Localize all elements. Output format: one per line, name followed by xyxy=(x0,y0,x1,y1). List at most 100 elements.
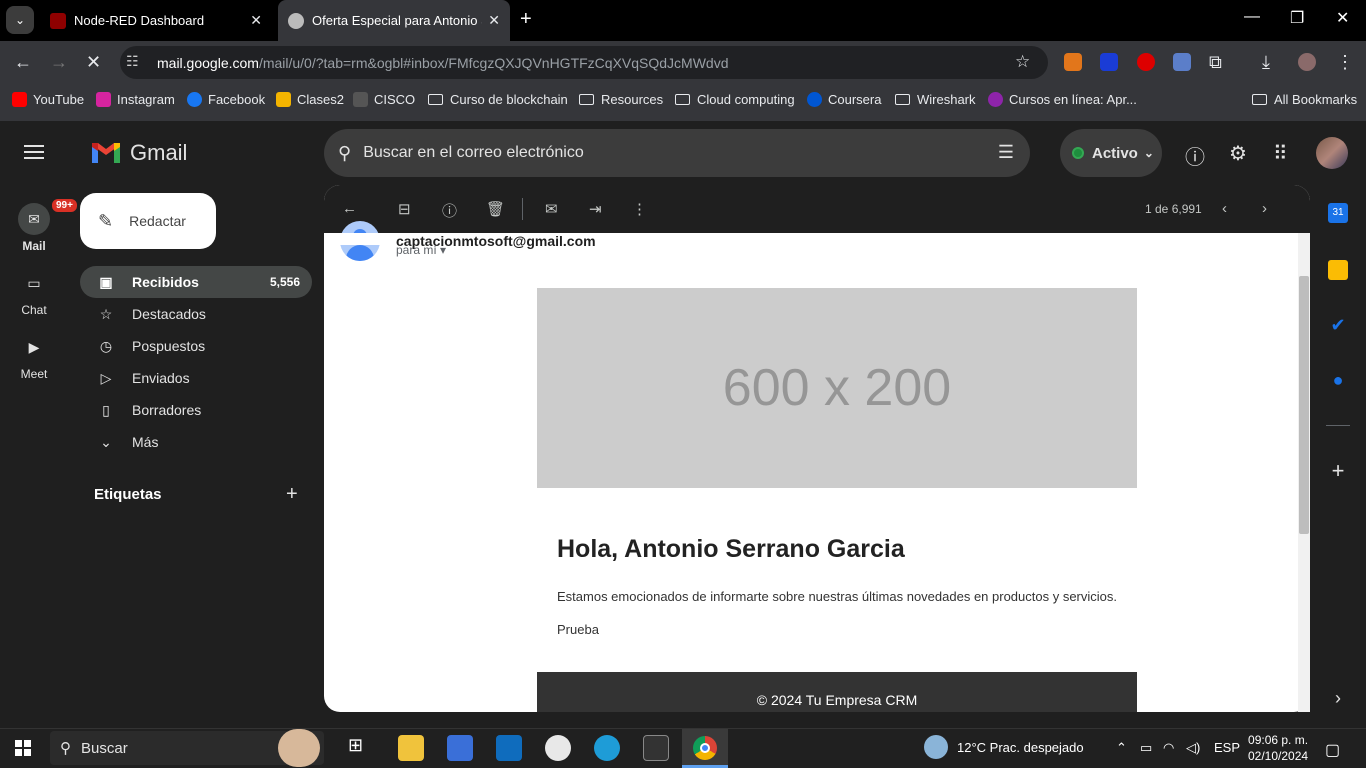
bookmark-cloud[interactable]: Cloud computing xyxy=(675,92,795,107)
apps-grid-icon[interactable]: ⠿ xyxy=(1273,141,1288,166)
close-tab-icon[interactable]: ✕ xyxy=(250,12,262,29)
video-icon: ▶ xyxy=(28,338,40,355)
bookmark-facebook[interactable]: Facebook xyxy=(187,92,265,107)
nav-drafts[interactable]: ▯ Borradores xyxy=(80,394,312,426)
bookmark-cisco[interactable]: CISCO xyxy=(353,92,415,107)
edge-icon[interactable] xyxy=(594,735,620,761)
main-menu-icon[interactable] xyxy=(24,145,44,161)
tab-gmail-offer[interactable]: Oferta Especial para Antonio Se ✕ xyxy=(278,0,510,41)
url-text[interactable]: mail.google.com/mail/u/0/?tab=rm&ogbl#in… xyxy=(157,55,729,71)
battery-icon[interactable]: ▭ xyxy=(1140,740,1152,756)
site-info-icon[interactable]: ☷ xyxy=(126,53,139,70)
chrome-taskbar-active[interactable] xyxy=(682,729,728,768)
contacts-icon[interactable]: ● xyxy=(1328,370,1348,390)
rail-mail[interactable]: ✉ 99+ Mail xyxy=(0,197,79,253)
microsoft-store-icon[interactable] xyxy=(447,735,473,761)
delete-icon[interactable]: 🗑 xyxy=(486,200,505,218)
volume-icon[interactable]: ◁) xyxy=(1186,740,1200,756)
nav-more[interactable]: ⌄ Más xyxy=(80,426,312,458)
extension-m-icon[interactable] xyxy=(1100,53,1118,71)
file-explorer-icon[interactable] xyxy=(398,735,424,761)
classroom-icon xyxy=(276,92,291,107)
report-spam-icon[interactable]: ⓘ xyxy=(442,200,457,221)
extension-red-icon[interactable] xyxy=(1137,53,1155,71)
add-label-icon[interactable]: + xyxy=(286,483,298,506)
stop-loading-icon[interactable]: ✕ xyxy=(86,52,101,73)
keep-icon[interactable] xyxy=(1328,260,1348,280)
bookmark-cursos[interactable]: Cursos en línea: Apr... xyxy=(988,92,1137,107)
search-options-icon[interactable]: ☰ xyxy=(998,142,1014,163)
more-options-icon[interactable]: ⋮ xyxy=(632,200,647,218)
search-icon[interactable]: ⚲ xyxy=(338,143,351,164)
bookmark-instagram[interactable]: Instagram xyxy=(96,92,175,107)
email-body-test: Prueba xyxy=(557,622,599,637)
cisco-icon xyxy=(353,92,368,107)
bookmark-wireshark[interactable]: Wireshark xyxy=(895,92,976,107)
gmail-logo[interactable]: Gmail xyxy=(90,140,187,166)
close-window-icon[interactable]: ✕ xyxy=(1336,8,1349,28)
minimize-icon[interactable]: — xyxy=(1244,8,1260,26)
app-circle-icon[interactable] xyxy=(545,735,571,761)
calendar-icon[interactable]: 31 xyxy=(1328,203,1348,223)
task-view-icon[interactable]: ⊞ xyxy=(348,735,374,761)
compose-button[interactable]: ✎ Redactar xyxy=(80,193,216,249)
close-tab-icon[interactable]: ✕ xyxy=(488,12,500,29)
status-selector[interactable]: Activo ⌄ xyxy=(1060,129,1162,177)
weather-text[interactable]: 12°C Prac. despejado xyxy=(957,740,1084,755)
tab-search-button[interactable]: ⌄ xyxy=(6,6,34,34)
nav-sent[interactable]: ▷ Enviados xyxy=(80,362,312,394)
older-chevron-icon[interactable]: › xyxy=(1262,200,1267,217)
back-icon[interactable]: ← xyxy=(14,52,32,73)
profile-avatar-icon[interactable] xyxy=(1298,53,1316,71)
forward-icon[interactable]: → xyxy=(50,52,68,73)
language-indicator[interactable]: ESP xyxy=(1214,740,1240,755)
bookmark-blockchain[interactable]: Curso de blockchain xyxy=(428,92,568,107)
show-hidden-icons[interactable]: ⌃ xyxy=(1116,740,1127,756)
account-avatar[interactable] xyxy=(1316,137,1348,169)
metamask-icon[interactable] xyxy=(1064,53,1082,71)
search-highlight-image[interactable] xyxy=(278,729,320,767)
wifi-icon[interactable]: ◠ xyxy=(1163,740,1174,756)
back-to-inbox-icon[interactable]: ← xyxy=(342,200,357,217)
clock-icon: ◷ xyxy=(99,337,113,354)
scrollbar-thumb[interactable] xyxy=(1299,276,1309,534)
bookmark-youtube[interactable]: YouTube xyxy=(12,92,84,107)
tasks-icon[interactable]: ✔ xyxy=(1328,315,1348,335)
banner-image-placeholder: 600 x 200 xyxy=(537,288,1137,488)
search-input[interactable]: ⚲ Buscar en el correo electrónico ☰ xyxy=(324,129,1030,177)
expand-panel-icon[interactable]: › xyxy=(1328,688,1348,708)
archive-icon[interactable]: ⊟ xyxy=(398,200,411,218)
rail-meet[interactable]: ▶ Meet xyxy=(0,331,68,382)
recipient-details[interactable]: para mí ▾ xyxy=(396,243,446,257)
all-bookmarks[interactable]: All Bookmarks xyxy=(1252,92,1357,107)
nav-inbox[interactable]: ▣ Recibidos 5,556 xyxy=(80,266,312,298)
outlook-icon[interactable] xyxy=(496,735,522,761)
bookmark-resources[interactable]: Resources xyxy=(579,92,663,107)
browser-menu-icon[interactable]: ⋮ xyxy=(1336,52,1354,73)
terminal-icon[interactable] xyxy=(643,735,669,761)
bookmark-coursera[interactable]: Coursera xyxy=(807,92,881,107)
weather-icon[interactable] xyxy=(924,735,948,759)
windows-start-icon[interactable] xyxy=(15,740,31,756)
settings-gear-icon[interactable]: ⚙ xyxy=(1229,141,1247,166)
bookmark-clases2[interactable]: Clases2 xyxy=(276,92,344,107)
extension-shield-icon[interactable] xyxy=(1173,53,1191,71)
tab-node-red[interactable]: Node-RED Dashboard ✕ xyxy=(40,0,272,41)
notifications-icon[interactable]: ▢ xyxy=(1325,740,1340,760)
nav-snoozed[interactable]: ◷ Pospuestos xyxy=(80,330,312,362)
help-icon[interactable]: ⓘ xyxy=(1185,141,1205,170)
add-addon-icon[interactable]: + xyxy=(1328,458,1348,483)
mark-unread-icon[interactable]: ✉ xyxy=(545,200,558,218)
rail-chat[interactable]: ▭ Chat xyxy=(0,267,68,318)
nav-starred[interactable]: ☆ Destacados xyxy=(80,298,312,330)
newer-chevron-icon[interactable]: ‹ xyxy=(1222,200,1227,217)
side-panel-divider xyxy=(1326,425,1350,426)
taskbar-clock[interactable]: 09:06 p. m. 02/10/2024 xyxy=(1248,732,1308,764)
bookmark-star-icon[interactable]: ☆ xyxy=(1015,52,1030,72)
toolbar-divider xyxy=(522,198,523,220)
download-icon[interactable]: ⤓ xyxy=(1262,52,1270,73)
move-to-icon[interactable]: ⇥ xyxy=(589,200,602,218)
restore-icon[interactable]: ❐ xyxy=(1290,8,1304,28)
extensions-puzzle-icon[interactable]: ⧉ xyxy=(1209,52,1222,73)
new-tab-button[interactable]: + xyxy=(520,8,532,31)
